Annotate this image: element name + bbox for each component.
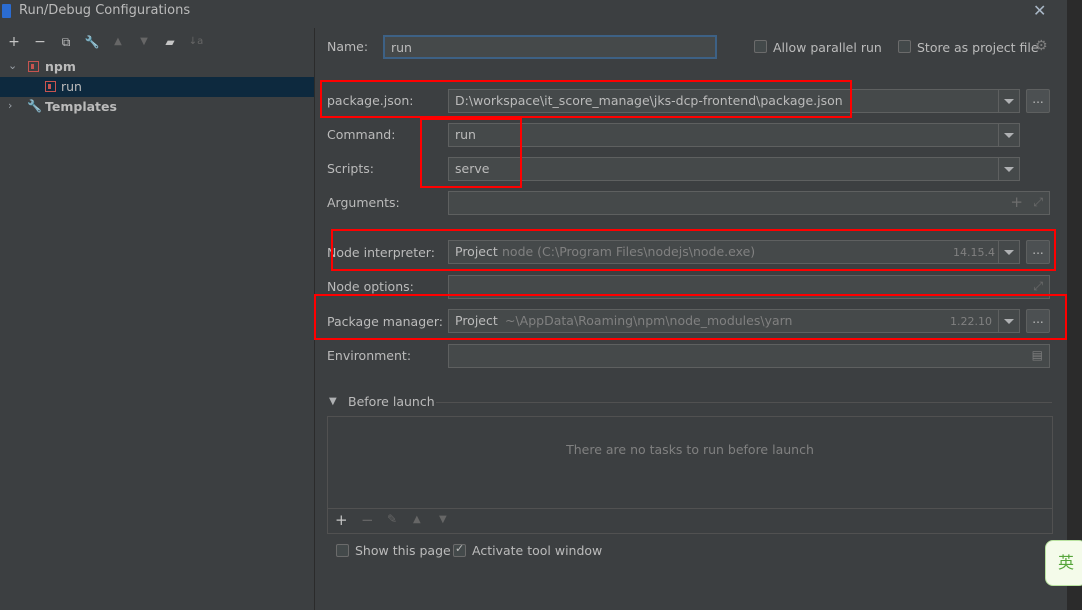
move-up-icon[interactable]: ▲ — [413, 514, 421, 525]
annotation-box-package-json — [320, 80, 852, 118]
background-window-edge — [1067, 0, 1082, 610]
section-divider — [436, 402, 1052, 403]
tree-item-run[interactable]: run — [0, 77, 314, 97]
arguments-label: Arguments: — [327, 195, 400, 210]
npm-icon — [28, 61, 39, 72]
node-options-label: Node options: — [327, 279, 414, 294]
window-title: Run/Debug Configurations — [19, 3, 191, 18]
chevron-down-icon[interactable] — [998, 124, 1019, 146]
before-launch-empty-text: There are no tasks to run before launch — [566, 442, 814, 457]
move-down-icon[interactable]: ▼ — [135, 33, 153, 51]
plus-icon[interactable]: + — [1010, 193, 1023, 211]
chevron-right-icon[interactable]: › — [8, 99, 12, 112]
title-bar: Run/Debug Configurations ✕ — [0, 0, 1082, 24]
folder-icon[interactable]: ▰ — [161, 33, 179, 51]
minus-icon[interactable]: − — [361, 511, 374, 529]
arguments-field[interactable]: + ⤢ — [448, 191, 1050, 215]
allow-parallel-label: Allow parallel run — [773, 40, 882, 55]
npm-icon — [45, 81, 56, 92]
close-icon[interactable]: ✕ — [1033, 1, 1046, 20]
document-icon[interactable]: ▤ — [1032, 348, 1043, 362]
store-project-checkbox[interactable] — [898, 40, 911, 53]
before-launch-toolbar: + − ✎ ▲ ▼ — [328, 508, 1052, 533]
command-select[interactable]: run — [448, 123, 1020, 147]
wrench-icon: 🔧 — [27, 99, 42, 113]
app-icon — [2, 4, 11, 18]
remove-icon[interactable]: − — [31, 33, 49, 51]
add-icon[interactable]: + — [5, 33, 23, 51]
sort-icon[interactable]: ↓a — [187, 33, 205, 51]
expand-icon[interactable]: ⤢ — [1033, 195, 1043, 210]
name-field[interactable]: run — [383, 35, 717, 59]
move-up-icon[interactable]: ▲ — [109, 33, 127, 51]
store-project-label: Store as project file — [917, 40, 1039, 55]
copy-icon[interactable]: ⧉ — [57, 33, 75, 51]
chevron-down-icon[interactable]: ⌄ — [8, 59, 17, 72]
environment-label: Environment: — [327, 348, 412, 363]
scripts-label: Scripts: — [327, 161, 374, 176]
wrench-icon[interactable]: 🔧 — [83, 33, 101, 51]
chevron-down-icon[interactable] — [998, 158, 1019, 180]
show-page-checkbox[interactable] — [336, 544, 349, 557]
tree-item-npm[interactable]: ⌄ npm — [0, 57, 314, 77]
show-page-label: Show this page — [355, 543, 451, 558]
collapse-icon[interactable]: ▼ — [329, 396, 337, 407]
annotation-box-package-manager — [314, 294, 1067, 340]
before-launch-list: There are no tasks to run before launch … — [327, 416, 1053, 534]
tree-label-templates: Templates — [45, 99, 117, 114]
annotation-box-node-interpreter — [331, 229, 1056, 271]
tree-label-run: run — [61, 79, 82, 94]
allow-parallel-checkbox[interactable] — [754, 40, 767, 53]
before-launch-title[interactable]: Before launch — [348, 394, 435, 409]
tree-item-templates[interactable]: › 🔧 Templates — [0, 97, 314, 117]
activate-tool-checkbox[interactable] — [453, 542, 466, 557]
chevron-down-icon[interactable] — [998, 90, 1019, 112]
expand-icon[interactable]: ⤢ — [1033, 279, 1043, 294]
gear-icon[interactable]: ⚙ — [1035, 38, 1048, 54]
tree-label-npm: npm — [45, 59, 76, 74]
annotation-box-command-scripts — [420, 118, 522, 188]
scripts-select[interactable]: serve — [448, 157, 1020, 181]
move-down-icon[interactable]: ▼ — [439, 514, 447, 525]
ime-indicator[interactable]: 英 — [1045, 540, 1082, 586]
name-label: Name: — [327, 39, 369, 54]
package-json-browse-button[interactable]: ... — [1026, 89, 1050, 113]
environment-field[interactable]: ▤ — [448, 344, 1050, 368]
plus-icon[interactable]: + — [335, 511, 348, 529]
activate-tool-label: Activate tool window — [472, 543, 603, 558]
command-label: Command: — [327, 127, 396, 142]
pencil-icon[interactable]: ✎ — [387, 512, 397, 526]
